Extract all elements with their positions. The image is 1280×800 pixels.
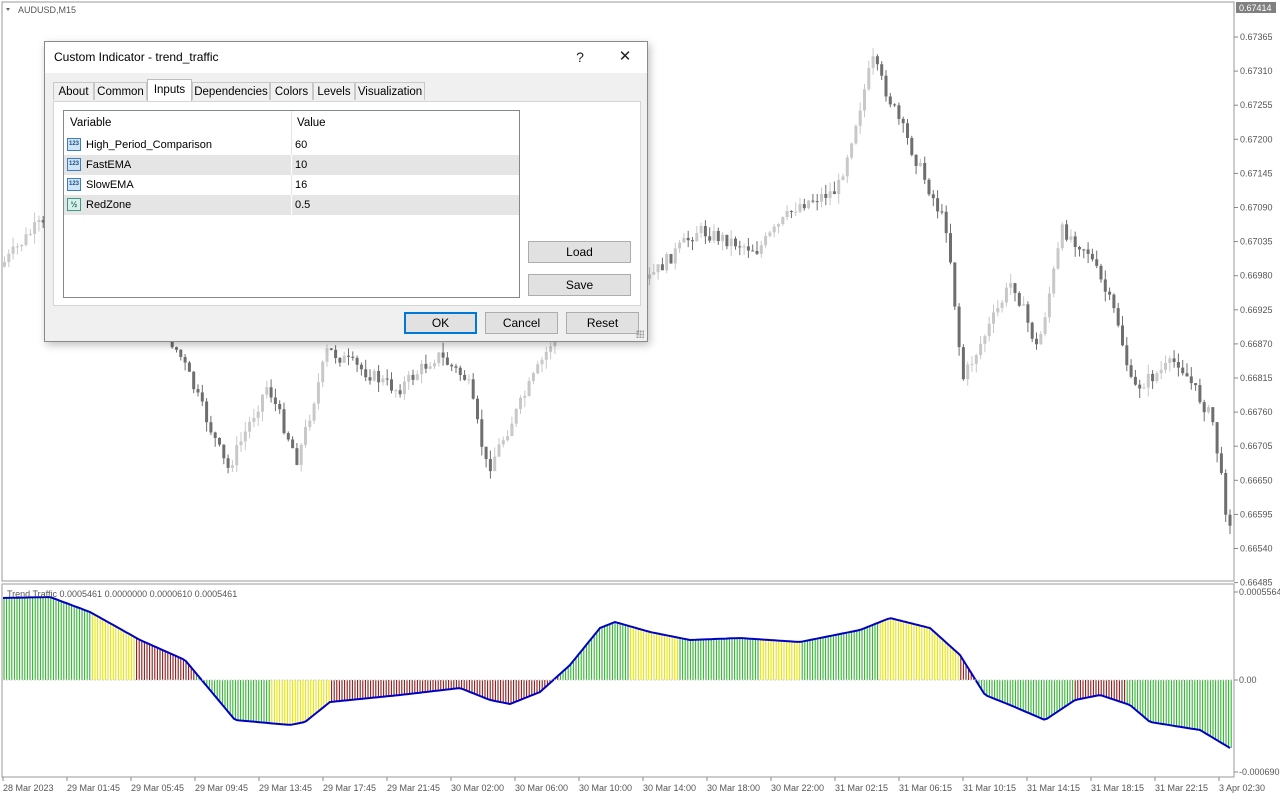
time-tick-label: 30 Mar 14:00 bbox=[643, 783, 696, 793]
price-tick-label: 0.67035 bbox=[1240, 237, 1273, 247]
price-tick-label: 0.67365 bbox=[1240, 32, 1273, 42]
column-header-value[interactable]: Value bbox=[291, 111, 519, 135]
tab-dependencies[interactable]: Dependencies bbox=[192, 82, 270, 100]
integer-type-icon: 123 bbox=[67, 138, 81, 151]
integer-type-icon: 123 bbox=[67, 158, 81, 171]
time-tick-label: 29 Mar 05:45 bbox=[131, 783, 184, 793]
price-tick-label: 0.66870 bbox=[1240, 339, 1273, 349]
time-tick-label: 31 Mar 10:15 bbox=[963, 783, 1016, 793]
time-tick-label: 29 Mar 21:45 bbox=[387, 783, 440, 793]
price-tick-label: 0.67310 bbox=[1240, 66, 1273, 76]
variable-value[interactable]: 16 bbox=[295, 175, 307, 195]
price-tick-label: 0.66760 bbox=[1240, 407, 1273, 417]
column-separator bbox=[291, 155, 292, 175]
time-tick-label: 31 Mar 22:15 bbox=[1155, 783, 1208, 793]
variable-name: High_Period_Comparison bbox=[86, 139, 212, 151]
price-tick-label: 0.67255 bbox=[1240, 100, 1273, 110]
price-tick-label: 0.66540 bbox=[1240, 544, 1273, 554]
column-separator bbox=[291, 195, 292, 215]
price-tick-label: 0.67145 bbox=[1240, 168, 1273, 178]
time-tick-label: 29 Mar 13:45 bbox=[259, 783, 312, 793]
time-tick-label: 29 Mar 17:45 bbox=[323, 783, 376, 793]
price-tick-label: 0.66650 bbox=[1240, 475, 1273, 485]
price-tick-label: 0.67200 bbox=[1240, 134, 1273, 144]
close-button[interactable]: ✕ bbox=[603, 42, 647, 72]
tab-colors[interactable]: Colors bbox=[270, 82, 313, 100]
time-tick-label: 31 Mar 14:15 bbox=[1027, 783, 1080, 793]
variable-value[interactable]: 10 bbox=[295, 155, 307, 175]
time-tick-label: 28 Mar 2023 bbox=[3, 783, 54, 793]
table-row[interactable]: ½ RedZone 0.5 bbox=[64, 195, 519, 215]
cancel-button[interactable]: Cancel bbox=[485, 312, 558, 334]
ok-button[interactable]: OK bbox=[404, 312, 477, 334]
price-tick-label: 0.66925 bbox=[1240, 305, 1273, 315]
price-tick-label: 0.67090 bbox=[1240, 203, 1273, 213]
table-header: Variable Value bbox=[64, 111, 519, 135]
time-tick-label: 30 Mar 10:00 bbox=[579, 783, 632, 793]
reset-button[interactable]: Reset bbox=[566, 312, 639, 334]
tab-visualization[interactable]: Visualization bbox=[355, 82, 425, 100]
time-tick-label: 29 Mar 09:45 bbox=[195, 783, 248, 793]
column-separator bbox=[291, 135, 292, 155]
price-tick-label: 0.66705 bbox=[1240, 441, 1273, 451]
time-tick-label: 30 Mar 02:00 bbox=[451, 783, 504, 793]
tab-inputs[interactable]: Inputs bbox=[147, 79, 192, 101]
time-tick-label: 3 Apr 02:30 bbox=[1219, 783, 1265, 793]
tab-common[interactable]: Common bbox=[94, 82, 147, 100]
tab-about[interactable]: About bbox=[53, 82, 94, 100]
column-header-variable[interactable]: Variable bbox=[64, 111, 291, 135]
table-row[interactable]: 123 SlowEMA 16 bbox=[64, 175, 519, 195]
load-button[interactable]: Load bbox=[528, 241, 631, 263]
variable-value[interactable]: 60 bbox=[295, 135, 307, 155]
time-tick-label: 30 Mar 06:00 bbox=[515, 783, 568, 793]
price-tick-label: 0.66815 bbox=[1240, 373, 1273, 383]
variable-name: RedZone bbox=[86, 199, 132, 211]
double-type-icon: ½ bbox=[67, 198, 81, 211]
indicator-axis: 0.0005564 0.00 -0.000690 bbox=[1234, 587, 1280, 777]
symbol-text: AUDUSD,M15 bbox=[18, 5, 76, 15]
time-tick-label: 31 Mar 18:15 bbox=[1091, 783, 1144, 793]
price-tick-label: 0.66980 bbox=[1240, 271, 1273, 281]
time-tick-label: 30 Mar 18:00 bbox=[707, 783, 760, 793]
table-row[interactable]: 123 FastEMA 10 bbox=[64, 155, 519, 175]
help-button[interactable]: ? bbox=[558, 42, 602, 72]
dialog-title: Custom Indicator - trend_traffic bbox=[54, 50, 219, 64]
variable-value[interactable]: 0.5 bbox=[295, 195, 310, 215]
price-tick-label: 0.66595 bbox=[1240, 509, 1273, 519]
current-price-badge: 0.67414 bbox=[1236, 2, 1276, 13]
column-separator bbox=[291, 175, 292, 195]
price-axis: 0.67365 0.67310 0.67255 0.67200 0.67145 0.670… bbox=[1234, 32, 1273, 588]
indicator-tick-label: 0.0005564 bbox=[1239, 587, 1280, 597]
indicator-label: Trend Traffic 0.0005461 0.0000000 0.0000… bbox=[7, 589, 237, 599]
dialog-titlebar[interactable]: Custom Indicator - trend_traffic ? ✕ bbox=[45, 42, 647, 73]
time-tick-label: 31 Mar 06:15 bbox=[899, 783, 952, 793]
current-price-text: 0.67414 bbox=[1239, 3, 1272, 13]
time-tick-label: 29 Mar 01:45 bbox=[67, 783, 120, 793]
custom-indicator-dialog: Custom Indicator - trend_traffic ? ✕ Abo… bbox=[44, 41, 648, 342]
variable-name: SlowEMA bbox=[86, 179, 134, 191]
tab-levels[interactable]: Levels bbox=[313, 82, 355, 100]
indicator-tick-label: -0.000690 bbox=[1239, 767, 1280, 777]
save-button[interactable]: Save bbox=[528, 274, 631, 296]
time-tick-label: 31 Mar 02:15 bbox=[835, 783, 888, 793]
indicator-tick-label: 0.00 bbox=[1239, 675, 1257, 685]
resize-grip-icon[interactable] bbox=[636, 330, 644, 338]
integer-type-icon: 123 bbox=[67, 178, 81, 191]
inputs-table: Variable Value 123 High_Period_Compariso… bbox=[63, 110, 520, 298]
table-row[interactable]: 123 High_Period_Comparison 60 bbox=[64, 135, 519, 155]
variable-name: FastEMA bbox=[86, 159, 132, 171]
time-tick-label: 30 Mar 22:00 bbox=[771, 783, 824, 793]
time-axis: 28 Mar 2023 29 Mar 01:45 29 Mar 05:45 29 Ma… bbox=[2, 777, 1265, 793]
